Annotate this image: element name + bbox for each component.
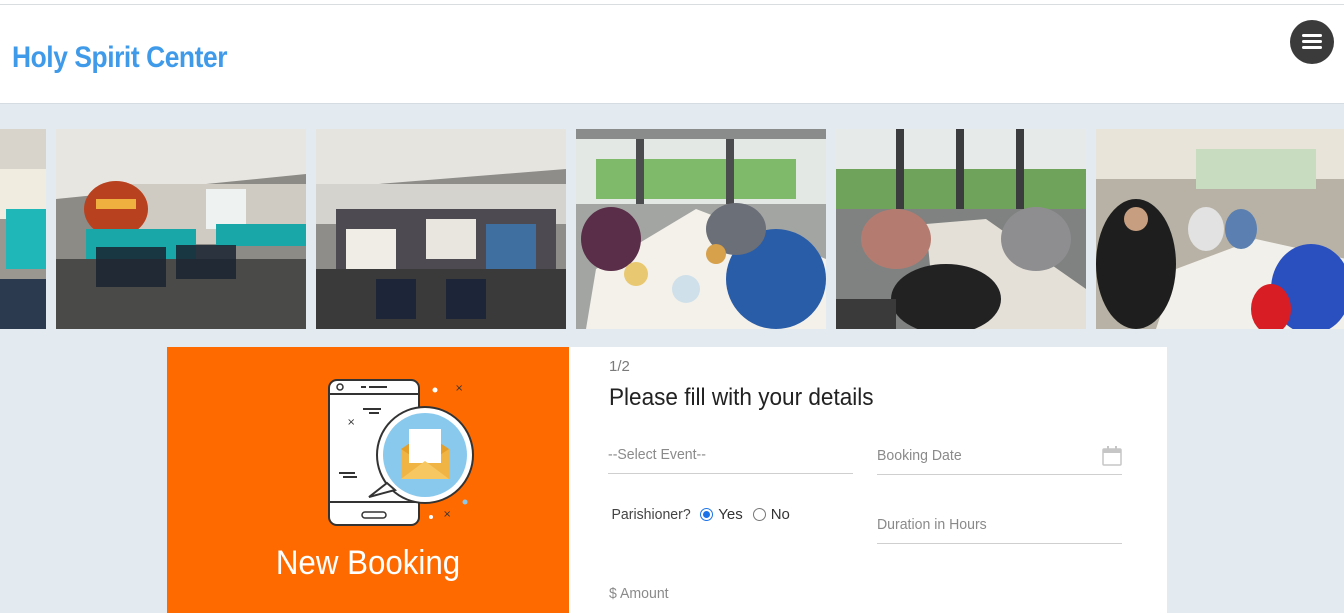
parishioner-no-label[interactable]: No (771, 506, 790, 523)
duration-placeholder: Duration in Hours (877, 516, 987, 533)
phone-message-icon: × × × (328, 379, 474, 526)
parishioner-yes-radio[interactable] (700, 508, 714, 521)
form-title: Please fill with your details (609, 384, 874, 411)
gallery-photo[interactable] (56, 129, 306, 329)
event-select-value: --Select Event-- (608, 446, 706, 463)
parishioner-yes-label[interactable]: Yes (718, 506, 742, 523)
step-indicator: 1/2 (609, 358, 630, 375)
parishioner-radio-group: Parishioner? Yes No (609, 506, 790, 523)
gallery-photo[interactable] (316, 129, 566, 329)
amount-input[interactable]: $ Amount (609, 582, 854, 612)
booking-panel: × × × New Booking (167, 347, 569, 613)
booking-form: 1/2 Please fill with your details --Sele… (569, 347, 1167, 613)
amount-placeholder: $ Amount (609, 585, 669, 602)
booking-date-input[interactable]: Booking Date (877, 444, 1122, 475)
gallery-photo[interactable] (0, 129, 46, 329)
photo-gallery[interactable] (0, 129, 1344, 329)
booking-date-placeholder: Booking Date (877, 447, 962, 464)
svg-text:×: × (443, 509, 451, 520)
panel-title: New Booking (275, 544, 461, 582)
menu-button[interactable] (1290, 20, 1334, 64)
site-header: Holy Spirit Center (0, 5, 1344, 104)
gallery-photo[interactable] (836, 129, 1086, 329)
hamburger-icon-line (1302, 40, 1322, 43)
parishioner-no-radio[interactable] (752, 508, 766, 521)
calendar-icon[interactable] (1102, 446, 1122, 466)
gallery-photo[interactable] (576, 129, 826, 329)
site-title[interactable]: Holy Spirit Center (12, 41, 227, 75)
duration-input[interactable]: Duration in Hours (877, 513, 1122, 544)
hamburger-icon (1302, 34, 1322, 37)
event-select[interactable]: --Select Event-- (608, 443, 853, 474)
gallery-photo[interactable] (1096, 129, 1344, 329)
hamburger-icon-line (1302, 46, 1322, 49)
svg-text:×: × (455, 383, 463, 394)
parishioner-label: Parishioner? (611, 506, 691, 523)
svg-text:×: × (347, 417, 355, 428)
